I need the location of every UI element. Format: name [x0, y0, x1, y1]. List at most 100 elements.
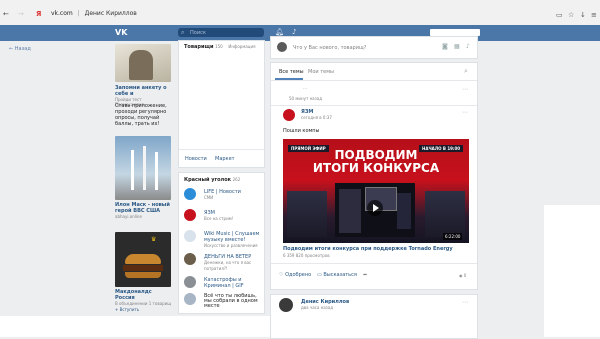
group-name[interactable]: Wiki Music | Слушаем музыку вместе! — [204, 231, 264, 243]
bottom-white-area — [0, 316, 270, 337]
ad-image-portrait[interactable] — [115, 44, 171, 82]
vk-logo[interactable]: VK — [115, 28, 127, 37]
page-title: Денис Кириллов — [84, 10, 137, 17]
burger-bun — [125, 272, 161, 278]
friends-title[interactable]: Товарищи — [184, 44, 214, 50]
composer: Что у Вас нового, товарищ? ◙ ▦ ♪ — [270, 36, 478, 59]
camera-icon[interactable]: ◙ — [442, 43, 448, 50]
friends-count: 150 — [215, 44, 223, 49]
tab-all-topics[interactable]: Все темы — [279, 69, 304, 75]
more-icon[interactable]: ⋯ — [462, 109, 468, 116]
star-icon[interactable]: ☆ — [568, 11, 574, 19]
group-name[interactable]: Катастрофы и Криминал | GIF — [204, 277, 264, 289]
tab-info[interactable]: Информация — [228, 44, 255, 49]
red-corner-block: Красный уголок 262 LIFE | Новости СМИ ЯЗ… — [178, 172, 265, 314]
composer-input[interactable]: Что у Вас нового, товарищ? — [293, 45, 366, 51]
feed-block: Все темы Мои темы ⌕ 50 минут назад … ⋯ Я… — [270, 62, 478, 290]
back-arrow-icon[interactable]: ← — [3, 10, 9, 18]
bookmark-icon[interactable]: ▭ — [556, 11, 563, 19]
ad-text: Ставь приложение, проходи регулярно опро… — [115, 103, 167, 127]
chair-left-shape — [287, 191, 327, 237]
music-note-icon[interactable]: ♪ — [292, 28, 296, 36]
rocket-shape — [131, 150, 134, 190]
eye-icon: ◉ — [459, 273, 463, 278]
group-avatar — [184, 276, 196, 288]
search-icon[interactable]: ⌕ — [464, 67, 468, 76]
address-bar[interactable]: vk.com | Денис Кириллов — [51, 10, 137, 17]
ads-column: Запомни анкету о себе и Пройди тест Пром… — [115, 44, 173, 334]
yandex-icon[interactable]: Я — [36, 10, 41, 18]
video-caption[interactable]: Подводим итоги конкурса при поддержке To… — [283, 246, 453, 252]
video-duration: 6:22:00 — [443, 233, 463, 240]
group-avatar — [184, 253, 196, 265]
group-avatar — [184, 293, 196, 305]
chair-right-shape — [425, 191, 465, 237]
tab-news[interactable]: Новости — [185, 156, 207, 162]
burger-bun — [125, 254, 161, 264]
burger-patty — [123, 265, 163, 271]
red-corner-count: 262 — [232, 177, 241, 182]
play-icon — [373, 204, 379, 212]
heart-icon: ♡ — [279, 272, 284, 278]
tab-my-topics[interactable]: Мои темы — [308, 69, 334, 75]
more-icon[interactable]: ⋯ — [462, 86, 468, 93]
group-avatar — [184, 188, 196, 200]
back-link[interactable]: ← Назад — [9, 46, 31, 52]
video-views: 6 359 820 просмотров — [283, 253, 330, 258]
like-label: Одобрено — [285, 272, 312, 278]
join-button[interactable]: + Вступить — [115, 307, 173, 313]
chair-shape — [339, 189, 361, 233]
browser-chrome: ← → Я vk.com | Денис Кириллов ▭ ☆ ↓ ≡ — [0, 0, 600, 26]
share-icon[interactable]: ➦ — [363, 272, 367, 278]
search-icon: ⌕ — [181, 29, 185, 36]
tab-market[interactable]: Маркет — [215, 156, 235, 162]
play-button[interactable] — [367, 200, 383, 216]
ad-portrait-figure — [129, 50, 153, 80]
pc-case-shape — [397, 193, 411, 229]
ad-title[interactable]: Макдоналдс Россия — [115, 289, 173, 301]
post-time: два часа назад — [301, 305, 333, 310]
music-icon[interactable]: ♪ — [466, 43, 470, 50]
search-placeholder: Поиск — [190, 30, 206, 36]
tab-underline — [275, 78, 303, 80]
group-name[interactable]: Всё что ты любишь, мы собрали в одном ме… — [204, 294, 264, 309]
group-avatar — [184, 230, 196, 242]
rocket-shape — [155, 152, 158, 190]
post-time: 50 минут назад — [289, 96, 322, 101]
comment-icon: ▭ — [317, 272, 322, 278]
group-desc: СМИ — [204, 195, 214, 200]
avatar[interactable] — [277, 42, 287, 52]
menu-icon[interactable]: ≡ — [591, 11, 597, 19]
crown-icon: ♛ — [151, 236, 157, 243]
url-host: vk.com — [51, 10, 73, 17]
video-player[interactable]: ПРЯМОЙ ЭФИР НАЧАЛО В 19:00 ПОДВОДИМ ИТОГ… — [283, 139, 469, 243]
user-menu[interactable] — [430, 29, 480, 36]
views-count: ◉ 0 — [459, 273, 467, 278]
forward-arrow-icon[interactable]: → — [18, 10, 24, 18]
search-input[interactable]: ⌕ Поиск — [178, 28, 264, 37]
feed-tabs: Все темы Мои темы ⌕ — [271, 63, 477, 81]
rocket-shape — [143, 146, 146, 190]
author-avatar[interactable] — [279, 298, 293, 312]
red-corner-title[interactable]: Красный уголок — [184, 177, 231, 183]
video-title-line2: ИТОГИ КОНКУРСА — [312, 161, 440, 175]
comment-label: Высказаться — [323, 272, 357, 278]
author-avatar[interactable] — [283, 109, 295, 121]
like-button[interactable]: ♡ Одобрено — [279, 272, 311, 278]
comment-button[interactable]: ▭ Высказаться — [317, 272, 357, 278]
more-icon[interactable]: ⋯ — [462, 299, 468, 306]
ad-image-burger[interactable]: ♛ — [115, 232, 171, 287]
download-icon[interactable]: ↓ — [580, 11, 586, 19]
ad-image-rockets[interactable] — [115, 136, 171, 200]
ad-title[interactable]: Запомни анкету о себе и — [115, 85, 173, 97]
video-icon[interactable]: ▦ — [454, 43, 460, 50]
right-white-area — [544, 205, 600, 337]
ad-desc: abhayi.online — [115, 214, 142, 219]
post-card: Денис Кириллов два часа назад ⋯ — [270, 294, 478, 339]
friends-block: Товарищи 150 Информация Новости Маркет — [178, 40, 265, 168]
post-time: сегодня в 0:37 — [301, 115, 332, 120]
bell-icon[interactable]: 🔔︎ — [275, 28, 284, 36]
group-desc: Все на стрим! — [204, 216, 234, 221]
ad-title[interactable]: Илон Маск - новый герой ВВС США — [115, 202, 173, 214]
group-avatar — [184, 209, 196, 221]
